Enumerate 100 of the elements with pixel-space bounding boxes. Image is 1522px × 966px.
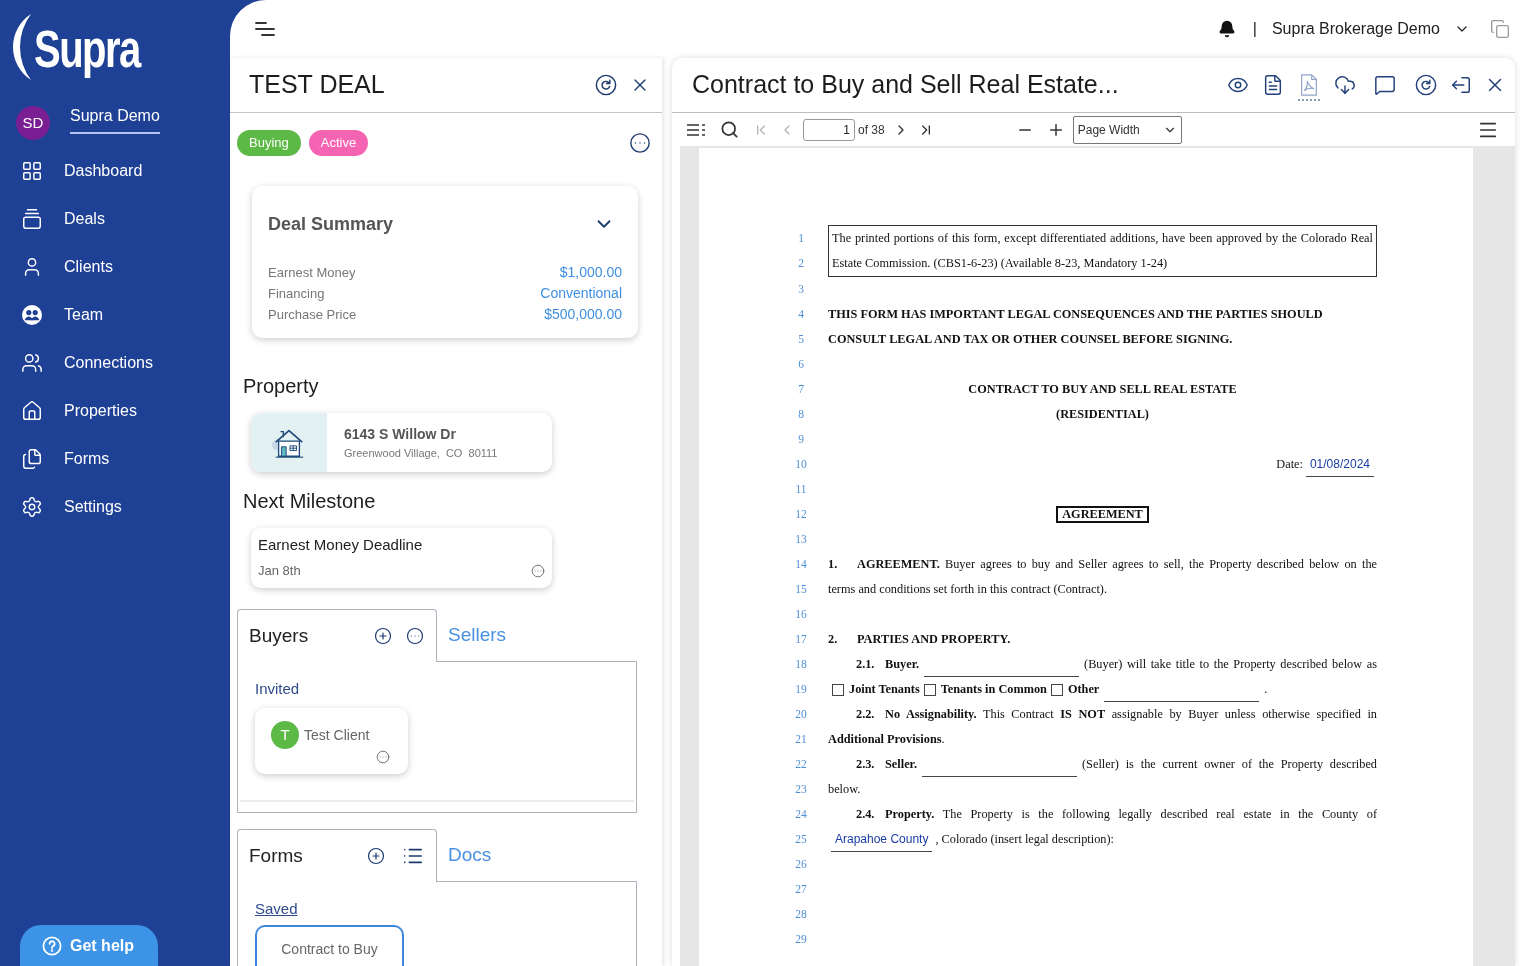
summary-label: Financing (268, 284, 325, 303)
zoom-select[interactable]: Page Width (1072, 115, 1182, 144)
settings-icon (21, 496, 43, 518)
more-icon[interactable] (629, 132, 651, 154)
clause-number: 1. (828, 556, 839, 573)
team-icon (21, 304, 43, 326)
document-text: (Seller) is the current owner of the Property described (1082, 756, 1377, 773)
line-number: 28 (794, 907, 808, 922)
line-number: 11 (794, 482, 808, 497)
document-text: (Buyer) will take title to the Property described below as (1084, 656, 1377, 673)
filled-field[interactable]: Arapahoe County (831, 827, 933, 852)
tray-icon (21, 208, 43, 230)
summary-label: Purchase Price (268, 305, 357, 324)
people-icon (21, 352, 43, 374)
filled-field[interactable]: 01/08/2024 (1305, 452, 1374, 477)
document-text: Additional Provisions. (828, 731, 945, 748)
user-name-link[interactable]: Supra Demo (70, 106, 160, 134)
tab[interactable]: Forms (237, 829, 437, 882)
chat-icon (1374, 74, 1396, 96)
agreement-heading: AGREEMENT (1056, 506, 1149, 523)
milestone-title: Earnest Money Deadline (258, 535, 424, 555)
copy-icon[interactable] (1490, 19, 1510, 39)
deal-tag: Buying (237, 130, 301, 156)
milestone-card[interactable]: Earnest Money Deadline Jan 8th (251, 528, 552, 588)
page-number-field[interactable]: 1 (803, 118, 855, 141)
summary-value: Conventional (540, 284, 622, 303)
more-icon[interactable] (406, 627, 424, 645)
document-text: Buyer. (885, 656, 920, 673)
form-card[interactable]: Contract to Buy (255, 925, 404, 966)
nav-item[interactable]: Team (0, 291, 230, 339)
checkbox[interactable] (832, 683, 844, 696)
document-icon (1262, 74, 1284, 96)
help-icon (42, 935, 62, 956)
bell-icon[interactable] (1217, 20, 1236, 38)
refresh-icon (1415, 74, 1437, 96)
line-number: 1 (797, 231, 805, 246)
summary-value: $500,000.00 (544, 305, 622, 324)
clause-number: 2.4. (856, 806, 876, 823)
nav-item[interactable]: Deals (0, 195, 230, 243)
page-count: of 38 (858, 121, 885, 139)
line-number: 26 (794, 857, 808, 872)
line-number: 3 (797, 282, 805, 297)
document-text: Property. The Property is the following legally described real estate in the County of (885, 806, 1377, 823)
document-text: Joint Tenants (849, 681, 920, 698)
house-icon (21, 400, 43, 422)
document-text: THIS FORM HAS IMPORTANT LEGAL CONSEQUENCES AND THE PARTIES SHOULD (828, 306, 1323, 323)
search-icon[interactable] (720, 120, 739, 139)
line-number: 25 (794, 832, 808, 847)
refresh-icon[interactable] (595, 74, 617, 96)
line-number: 9 (797, 432, 805, 447)
add-icon[interactable] (367, 847, 385, 865)
card-title: Deal Summary (268, 212, 394, 236)
line-number: 16 (794, 607, 808, 622)
document-text: , Colorado (insert legal description): (935, 831, 1114, 848)
nav-item[interactable]: Dashboard (0, 147, 230, 195)
exit-icon (1450, 74, 1472, 96)
line-number: 22 (794, 757, 808, 772)
clause-number: 2. (828, 631, 839, 648)
files-icon (21, 448, 43, 470)
brand-name: Supra (34, 19, 140, 79)
checkbox[interactable] (1050, 683, 1063, 696)
clause-number: 2.1. (856, 656, 876, 673)
line-number: 6 (797, 357, 805, 372)
clause-number: 2.3. (856, 756, 876, 773)
section-heading: Next Milestone (243, 489, 377, 514)
line-number: 10 (794, 457, 808, 472)
summary-value: $1,000.00 (559, 263, 622, 282)
line-number: 29 (794, 932, 808, 947)
line-number: 27 (794, 882, 808, 897)
tab[interactable]: Buyers (237, 609, 437, 662)
document-text: AGREEMENT. Buyer agrees to buy and Seller agrees to sell, the Property described below on the (857, 556, 1377, 573)
menu-icon[interactable] (255, 22, 275, 36)
summary-label: Earnest Money (268, 263, 356, 282)
document-text: Other (1067, 681, 1100, 698)
line-number: 7 (797, 382, 805, 397)
property-address: 6143 S Willow Dr (344, 425, 457, 443)
client-card[interactable]: T Test Client (255, 708, 408, 774)
nav-item[interactable]: Clients (0, 243, 230, 291)
line-number: 12 (794, 507, 808, 522)
document-text: No Assignability. This Contract IS NOT assignable by Buyer unless otherwise specified in (885, 706, 1377, 723)
document-text: Date: (1276, 456, 1303, 473)
nav-item[interactable]: Properties (0, 387, 230, 435)
user-avatar: SD (16, 106, 50, 140)
cloud-download-icon (1334, 74, 1356, 96)
account-dropdown[interactable]: Supra Brokerage Demo (1271, 17, 1470, 41)
nav-item[interactable]: Forms (0, 435, 230, 483)
line-number: 21 (794, 732, 808, 747)
document-text: PARTIES AND PROPERTY. (857, 631, 1011, 648)
section-link[interactable]: Saved (255, 899, 298, 919)
milestone-date: Jan 8th (258, 562, 301, 580)
document-text: below. (828, 781, 861, 798)
nav-item[interactable]: Connections (0, 339, 230, 387)
property-card[interactable]: 6143 S Willow Dr Greenwood Village, CO 80111 (251, 413, 552, 472)
nav-item[interactable]: Settings (0, 483, 230, 531)
separator: | (1252, 19, 1257, 39)
line-number: 2 (797, 256, 805, 271)
checkbox[interactable] (923, 683, 936, 696)
outline-icon[interactable] (686, 122, 706, 137)
document-text: terms and conditions set forth in this contract (Contract). (828, 581, 1107, 598)
add-icon[interactable] (374, 627, 392, 645)
